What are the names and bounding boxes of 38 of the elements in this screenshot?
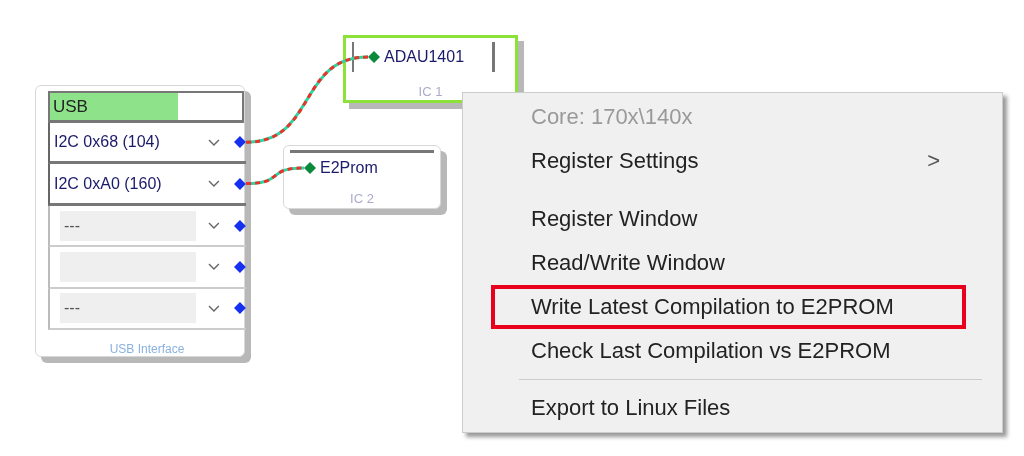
menu-item-label: Register Settings [531,148,700,174]
chevron-icon[interactable] [208,263,221,271]
menu-item-label: Core: 170x\140x [531,104,694,130]
port-icon[interactable] [234,219,246,232]
port-icon[interactable] [234,260,246,273]
menu-item[interactable]: Register Window [491,197,966,241]
menu-item[interactable]: Register Settings > [491,139,966,183]
address-value: I2C 0x68 (104) [54,133,160,152]
block-title: ADAU1401 [384,48,465,66]
menu-item-label: Check Last Compilation vs E2PROM [531,338,892,364]
menu-item[interactable]: Write Latest Compilation to E2PROM [491,285,966,329]
address-dropdown[interactable]: --- [60,293,197,324]
chevron-icon[interactable] [208,180,221,188]
menu-item-label: Export to Linux Files [531,395,732,421]
address-dropdown[interactable]: --- [60,210,197,241]
menu-item[interactable]: Read/Write Window [491,241,966,285]
port-icon[interactable] [234,302,246,315]
port-icon[interactable] [234,177,246,190]
address-value: --- [64,299,80,318]
block-label: IC 1 [417,84,444,99]
submenu-arrow: > [927,148,940,174]
address-value: --- [64,216,80,235]
chevron-icon[interactable] [208,304,221,312]
chevron-icon[interactable] [208,222,221,229]
menu-item-label: Register Window [531,206,699,232]
port-icon[interactable] [304,162,316,174]
menu-item-label: Read/Write Window [531,250,726,276]
block-label: IC 2 [349,191,375,206]
menu-item-label: Write Latest Compilation to E2PROM [531,294,895,320]
block-label: USB Interface [108,342,186,356]
menu-item[interactable]: Check Last Compilation vs E2PROM [491,329,966,373]
menu-item[interactable]: Export to Linux Files [491,386,966,430]
address-value: I2C 0xA0 (160) [54,174,162,193]
block-title: E2Prom [320,159,378,177]
port-icon[interactable] [234,136,246,149]
chevron-icon[interactable] [208,138,221,146]
port-icon[interactable] [368,51,380,63]
block-title: USB [50,93,178,120]
